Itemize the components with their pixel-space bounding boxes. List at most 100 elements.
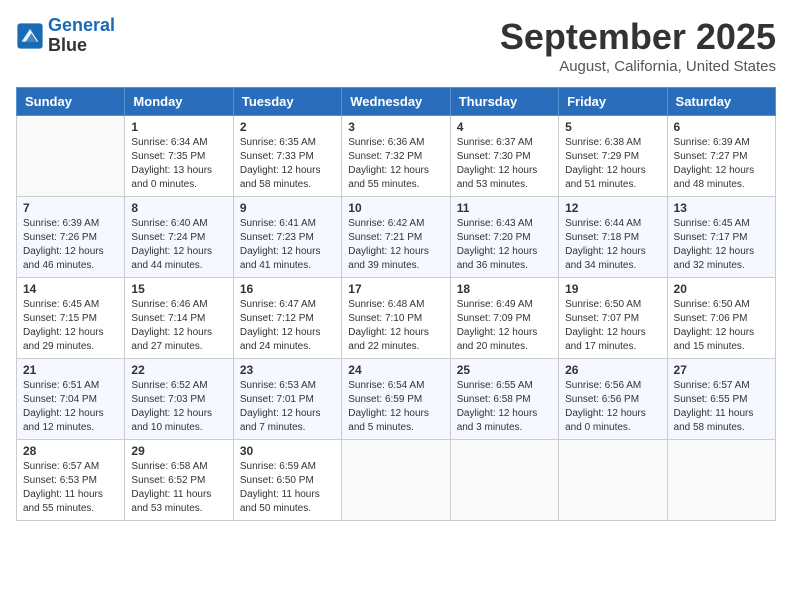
cell-info: Sunrise: 6:56 AMSunset: 6:56 PMDaylight:… [565, 379, 660, 435]
calendar-cell: 7Sunrise: 6:39 AMSunset: 7:26 PMDaylight… [17, 197, 125, 278]
day-number: 29 [131, 444, 226, 458]
day-number: 22 [131, 363, 226, 377]
cell-info: Sunrise: 6:48 AMSunset: 7:10 PMDaylight:… [348, 298, 443, 354]
day-number: 24 [348, 363, 443, 377]
weekday-header-friday: Friday [559, 88, 667, 116]
calendar-cell [17, 116, 125, 197]
calendar-cell: 19Sunrise: 6:50 AMSunset: 7:07 PMDayligh… [559, 278, 667, 359]
cell-info: Sunrise: 6:57 AMSunset: 6:53 PMDaylight:… [23, 460, 118, 516]
day-number: 20 [674, 282, 769, 296]
calendar-cell: 25 Sunrise: 6:55 AMSunset: 6:58 PMDayligh… [450, 359, 558, 440]
calendar-cell: 9 Sunrise: 6:41 AMSunset: 7:23 PMDaylight… [233, 197, 341, 278]
weekday-header-wednesday: Wednesday [342, 88, 450, 116]
calendar-cell: 13Sunrise: 6:45 AMSunset: 7:17 PMDayligh… [667, 197, 775, 278]
cell-info: Sunrise: 6:46 AMSunset: 7:14 PMDaylight:… [131, 298, 226, 354]
day-number: 4 [457, 120, 552, 134]
weekday-header-monday: Monday [125, 88, 233, 116]
cell-info: Sunrise: 6:36 AMSunset: 7:32 PMDaylight:… [348, 136, 443, 192]
calendar-cell: 1 Sunrise: 6:34 AMSunset: 7:35 PMDaylight… [125, 116, 233, 197]
calendar-cell: 21 Sunrise: 6:51 AMSunset: 7:04 PMDayligh… [17, 359, 125, 440]
logo-icon [16, 22, 44, 50]
cell-info: Sunrise: 6:55 AMSunset: 6:58 PMDaylight:… [457, 379, 552, 435]
weekday-header-thursday: Thursday [450, 88, 558, 116]
calendar-cell: 28Sunrise: 6:57 AMSunset: 6:53 PMDayligh… [17, 440, 125, 521]
calendar-cell: 10Sunrise: 6:42 AMSunset: 7:21 PMDayligh… [342, 197, 450, 278]
calendar-cell [342, 440, 450, 521]
cell-info: Sunrise: 6:39 AMSunset: 7:27 PMDaylight:… [674, 136, 769, 192]
cell-info: Sunrise: 6:58 AMSunset: 6:52 PMDaylight:… [131, 460, 226, 516]
calendar-cell: 8 Sunrise: 6:40 AMSunset: 7:24 PMDaylight… [125, 197, 233, 278]
cell-info: Sunrise: 6:40 AMSunset: 7:24 PMDaylight:… [131, 217, 226, 273]
cell-info: Sunrise: 6:54 AMSunset: 6:59 PMDaylight:… [348, 379, 443, 435]
day-number: 2 [240, 120, 335, 134]
month-title: September 2025 [500, 16, 776, 58]
calendar-table: SundayMondayTuesdayWednesdayThursdayFrid… [16, 87, 776, 521]
location-title: August, California, United States [500, 58, 776, 75]
calendar-cell [667, 440, 775, 521]
weekday-header-saturday: Saturday [667, 88, 775, 116]
calendar-cell: 26Sunrise: 6:56 AMSunset: 6:56 PMDayligh… [559, 359, 667, 440]
logo: General Blue [16, 16, 115, 56]
day-number: 1 [131, 120, 226, 134]
cell-info: Sunrise: 6:41 AMSunset: 7:23 PMDaylight:… [240, 217, 335, 273]
page-header: General Blue September 2025 August, Cali… [16, 16, 776, 75]
calendar-cell: 5 Sunrise: 6:38 AMSunset: 7:29 PMDaylight… [559, 116, 667, 197]
logo-line2: Blue [48, 36, 115, 56]
calendar-week-4: 21 Sunrise: 6:51 AMSunset: 7:04 PMDayligh… [17, 359, 776, 440]
day-number: 7 [23, 201, 118, 215]
day-number: 16 [240, 282, 335, 296]
day-number: 14 [23, 282, 118, 296]
cell-info: Sunrise: 6:37 AMSunset: 7:30 PMDaylight:… [457, 136, 552, 192]
calendar-cell: 11Sunrise: 6:43 AMSunset: 7:20 PMDayligh… [450, 197, 558, 278]
day-number: 23 [240, 363, 335, 377]
day-number: 21 [23, 363, 118, 377]
calendar-cell: 4 Sunrise: 6:37 AMSunset: 7:30 PMDaylight… [450, 116, 558, 197]
calendar-cell: 20 Sunrise: 6:50 AMSunset: 7:06 PMDayligh… [667, 278, 775, 359]
cell-info: Sunrise: 6:38 AMSunset: 7:29 PMDaylight:… [565, 136, 660, 192]
logo-line1: General [48, 15, 115, 35]
day-number: 8 [131, 201, 226, 215]
calendar-cell: 3 Sunrise: 6:36 AMSunset: 7:32 PMDaylight… [342, 116, 450, 197]
weekday-header-sunday: Sunday [17, 88, 125, 116]
logo-text: General Blue [48, 16, 115, 56]
calendar-cell: 12 Sunrise: 6:44 AMSunset: 7:18 PMDayligh… [559, 197, 667, 278]
day-number: 17 [348, 282, 443, 296]
calendar-cell: 14Sunrise: 6:45 AMSunset: 7:15 PMDayligh… [17, 278, 125, 359]
day-number: 6 [674, 120, 769, 134]
calendar-cell: 27 Sunrise: 6:57 AMSunset: 6:55 PMDayligh… [667, 359, 775, 440]
day-number: 11 [457, 201, 552, 215]
day-number: 12 [565, 201, 660, 215]
title-area: September 2025 August, California, Unite… [500, 16, 776, 75]
day-number: 18 [457, 282, 552, 296]
calendar-cell [559, 440, 667, 521]
cell-info: Sunrise: 6:47 AMSunset: 7:12 PMDaylight:… [240, 298, 335, 354]
calendar-week-3: 14Sunrise: 6:45 AMSunset: 7:15 PMDayligh… [17, 278, 776, 359]
day-number: 3 [348, 120, 443, 134]
day-number: 25 [457, 363, 552, 377]
day-number: 10 [348, 201, 443, 215]
calendar-cell: 22Sunrise: 6:52 AMSunset: 7:03 PMDayligh… [125, 359, 233, 440]
calendar-cell: 17 Sunrise: 6:48 AMSunset: 7:10 PMDayligh… [342, 278, 450, 359]
calendar-cell: 2Sunrise: 6:35 AMSunset: 7:33 PMDaylight… [233, 116, 341, 197]
calendar-week-5: 28Sunrise: 6:57 AMSunset: 6:53 PMDayligh… [17, 440, 776, 521]
day-number: 15 [131, 282, 226, 296]
day-number: 27 [674, 363, 769, 377]
calendar-header-row: SundayMondayTuesdayWednesdayThursdayFrid… [17, 88, 776, 116]
cell-info: Sunrise: 6:49 AMSunset: 7:09 PMDaylight:… [457, 298, 552, 354]
calendar-cell [450, 440, 558, 521]
calendar-cell: 16 Sunrise: 6:47 AMSunset: 7:12 PMDayligh… [233, 278, 341, 359]
cell-info: Sunrise: 6:44 AMSunset: 7:18 PMDaylight:… [565, 217, 660, 273]
calendar-week-2: 7Sunrise: 6:39 AMSunset: 7:26 PMDaylight… [17, 197, 776, 278]
day-number: 9 [240, 201, 335, 215]
calendar-cell: 15 Sunrise: 6:46 AMSunset: 7:14 PMDayligh… [125, 278, 233, 359]
calendar-cell: 29 Sunrise: 6:58 AMSunset: 6:52 PMDayligh… [125, 440, 233, 521]
cell-info: Sunrise: 6:51 AMSunset: 7:04 PMDaylight:… [23, 379, 118, 435]
cell-info: Sunrise: 6:57 AMSunset: 6:55 PMDaylight:… [674, 379, 769, 435]
day-number: 5 [565, 120, 660, 134]
cell-info: Sunrise: 6:45 AMSunset: 7:17 PMDaylight:… [674, 217, 769, 273]
cell-info: Sunrise: 6:34 AMSunset: 7:35 PMDaylight:… [131, 136, 226, 192]
calendar-cell: 24 Sunrise: 6:54 AMSunset: 6:59 PMDayligh… [342, 359, 450, 440]
cell-info: Sunrise: 6:50 AMSunset: 7:06 PMDaylight:… [674, 298, 769, 354]
day-number: 30 [240, 444, 335, 458]
calendar-cell: 23Sunrise: 6:53 AMSunset: 7:01 PMDayligh… [233, 359, 341, 440]
